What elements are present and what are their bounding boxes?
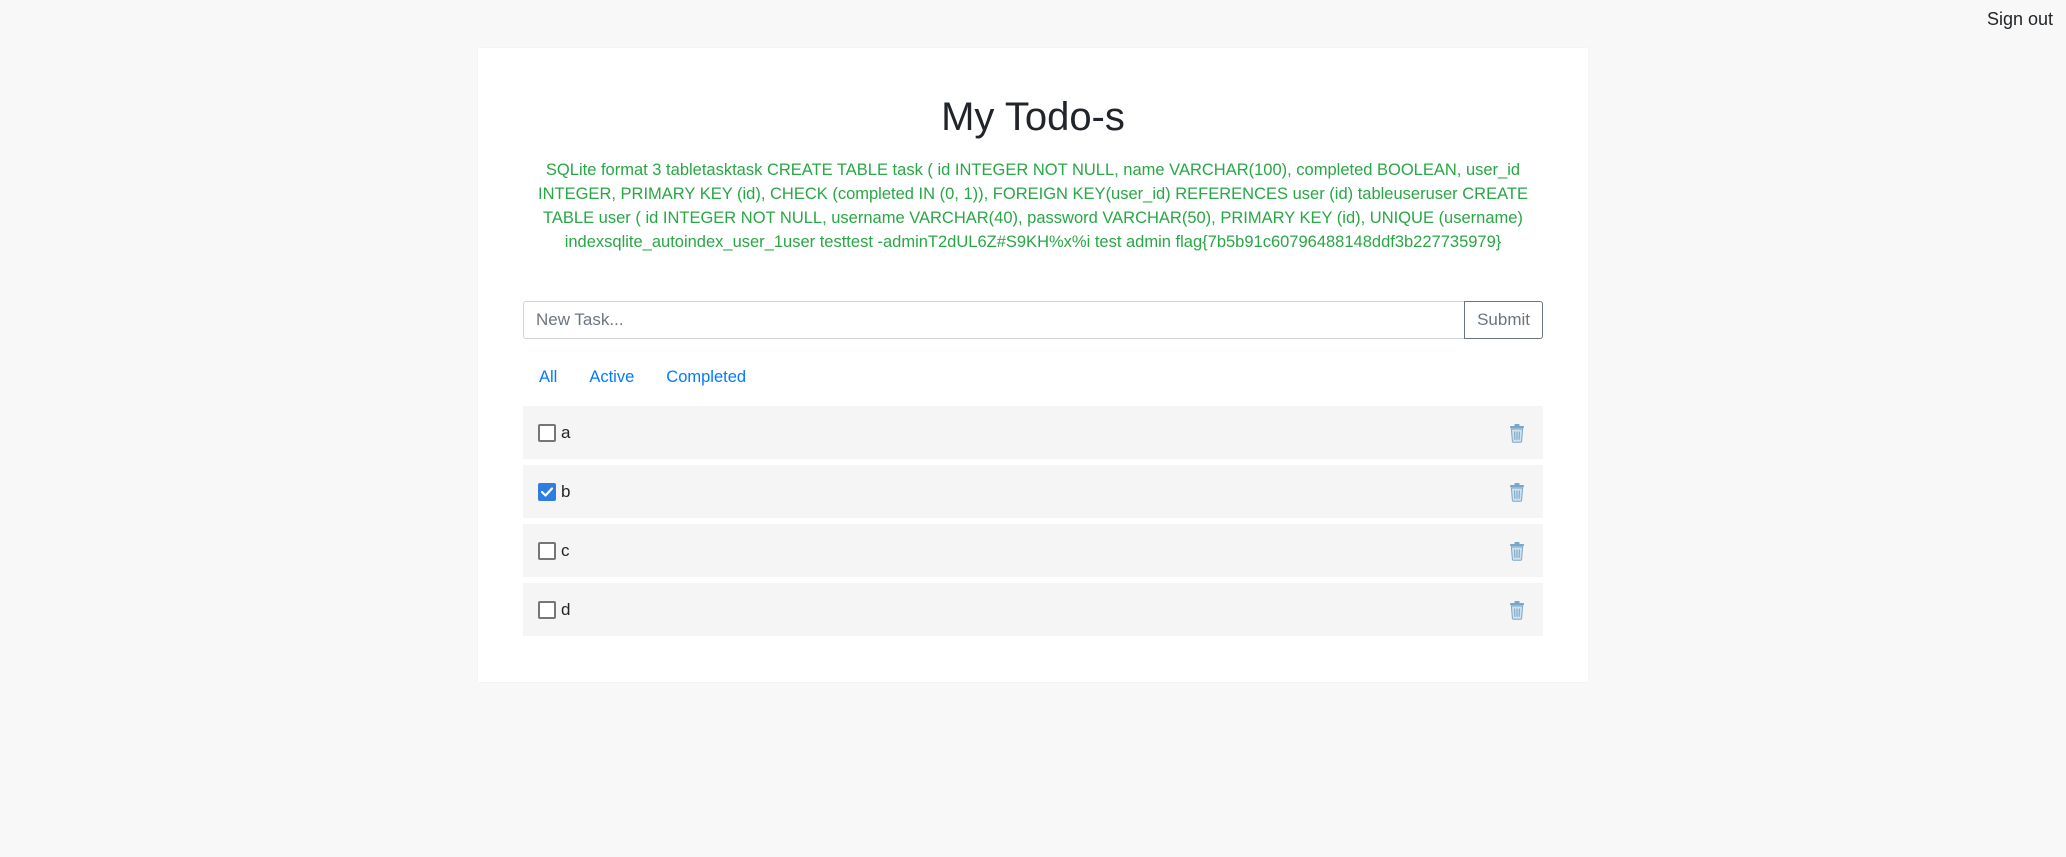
task-item-c: c <box>523 524 1543 577</box>
filter-all[interactable]: All <box>523 368 573 387</box>
task-name: a <box>561 422 571 442</box>
submit-button[interactable]: Submit <box>1464 301 1543 339</box>
page-title: My Todo-s <box>941 95 1125 139</box>
status-message: SQLite format 3 tabletasktask CREATE TAB… <box>538 161 1528 251</box>
trash-icon[interactable] <box>1508 423 1526 443</box>
trash-icon[interactable] <box>1508 482 1526 502</box>
task-list: a b c d <box>523 406 1543 636</box>
task-name: d <box>561 599 571 619</box>
trash-icon[interactable] <box>1508 600 1526 620</box>
task-item-d: d <box>523 583 1543 636</box>
new-task-form: Submit <box>523 301 1543 339</box>
sign-out-link[interactable]: Sign out <box>1987 9 2053 30</box>
filter-bar: All Active Completed <box>523 357 1543 397</box>
trash-icon[interactable] <box>1508 541 1526 561</box>
new-task-input[interactable] <box>523 301 1465 339</box>
task-checkbox[interactable] <box>538 423 556 442</box>
filter-active[interactable]: Active <box>573 368 650 387</box>
task-checkbox[interactable] <box>538 600 556 619</box>
todo-card: My Todo-s SQLite format 3 tabletasktask … <box>478 48 1588 682</box>
task-item-b: b <box>523 465 1543 518</box>
filter-completed[interactable]: Completed <box>650 368 762 387</box>
task-name: c <box>561 540 570 560</box>
task-name: b <box>561 481 571 501</box>
task-checkbox[interactable] <box>538 482 556 501</box>
task-item-a: a <box>523 406 1543 459</box>
task-checkbox[interactable] <box>538 541 556 560</box>
